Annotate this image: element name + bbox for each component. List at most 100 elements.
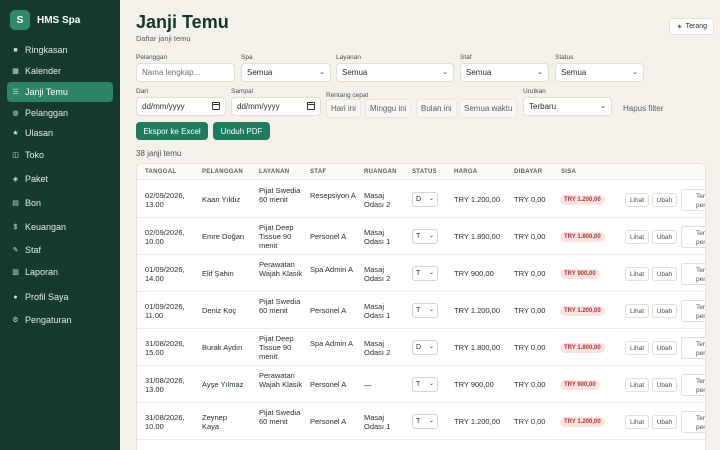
status-select[interactable]: T ⌄ [412,229,438,244]
table-row[interactable]: 31/08/2026, 10.00 Zeynep Kaya Pijat Swed… [137,403,705,440]
receive-payment-button[interactable]: Terima pembayaran [681,226,705,248]
column-header-dibayar: DIBAYAR [514,169,543,175]
sidebar-item-ulasan[interactable]: ★ Ulasan [7,123,113,143]
quick-range-month[interactable]: Bulan ini [416,99,457,118]
receive-payment-button[interactable]: Terima pembayaran [681,189,705,211]
cell-service: Pijat Swedia 60 menit [259,186,301,204]
chart-icon: ▥ [12,268,19,276]
download-pdf-button[interactable]: Unduh PDF [213,122,270,140]
cell-date: 31/08/2026, 10.00 [145,413,185,431]
sidebar-item-keuangan[interactable]: $ Keuangan [7,217,113,237]
status-select[interactable]: T ⌄ [412,414,438,429]
view-button[interactable]: Lihat [625,415,649,429]
cell-customer: Zeynep Kaya [202,413,228,431]
staff-icon: ✎ [12,246,19,254]
list-icon: ☰ [12,88,19,96]
table-row[interactable]: 31/08/2026, 13.00 Ayşe Yılmaz Perawatan … [137,366,705,403]
view-button[interactable]: Lihat [625,341,649,355]
edit-button[interactable]: Ubah [652,230,677,244]
edit-button[interactable]: Ubah [652,415,677,429]
filter-label-urutkan: Urutkan [523,88,546,95]
filter-label-layanan: Layanan [336,54,361,61]
chevron-down-icon: ⌄ [428,270,434,276]
sidebar-item-laporan[interactable]: ▥ Laporan [7,262,113,282]
sidebar-item-staf[interactable]: ✎ Staf [7,240,113,260]
status-select[interactable]: T ⌄ [412,377,438,392]
table-row[interactable]: 31/08/2026, 15.00 Burak Aydın Pijat Deep… [137,329,705,366]
balance-badge: TRY 1.800,00 [560,232,605,242]
edit-button[interactable]: Ubah [652,193,677,207]
receive-payment-button[interactable]: Terima pembayaran [681,337,705,359]
sidebar-item-pelanggan[interactable]: ◍ Pelanggan [7,103,113,123]
sidebar-item-label: Ringkasan [25,45,68,55]
view-button[interactable]: Lihat [625,230,649,244]
theme-toggle-button[interactable]: ☀ Terang [669,18,714,35]
view-button[interactable]: Lihat [625,378,649,392]
table-row[interactable]: 01/09/2026, 11.00 Deniz Koç Pijat Swedia… [137,292,705,329]
sidebar-item-label: Toko [25,150,45,160]
filter-label-dari: Dari [136,88,148,95]
view-button[interactable]: Lihat [625,193,649,207]
status-value: T [416,233,421,240]
edit-button[interactable]: Ubah [652,304,677,318]
edit-button[interactable]: Ubah [652,267,677,281]
filter-label-spa: Spa [241,54,253,61]
receive-payment-button[interactable]: Terima pembayaran [681,411,705,433]
cell-room: Masaj Odası 2 [364,191,391,209]
customer-search-input[interactable]: Nama lengkap... [136,63,235,82]
receive-payment-button[interactable]: Terima pembayaran [681,263,705,285]
date-to-input[interactable]: dd/mm/yyyy [231,97,321,116]
calendar-icon: ▦ [12,67,19,75]
export-excel-button[interactable]: Ekspor ke Excel [136,122,208,140]
sidebar-item-paket[interactable]: ◈ Paket [7,169,113,189]
dashboard-icon: ■ [13,46,18,54]
spa-select[interactable]: Semua ⌄ [241,63,331,82]
view-button[interactable]: Lihat [625,267,649,281]
sidebar-item-kalender[interactable]: ▦ Kalender [7,61,113,81]
cell-customer: Elif Şahin [202,269,234,278]
cell-date: 01/09/2026, 11.00 [145,302,185,320]
clear-filter-button[interactable]: Hapus filter [618,99,669,118]
staff-select[interactable]: Semua ⌄ [460,63,549,82]
filter-label-status: Status [555,54,574,61]
sidebar-item-janji-temu[interactable]: ☰ Janji Temu [7,82,113,102]
cell-paid: TRY 0,00 [514,380,546,389]
sidebar-item-pengaturan[interactable]: ⚙ Pengaturan [7,310,113,330]
sidebar-item-profil-saya[interactable]: ● Profil Saya [7,287,113,307]
cell-staff: Resepsiyon A [310,191,356,200]
status-select[interactable]: D ⌄ [412,192,438,207]
quick-range-week[interactable]: Minggu ini [365,99,412,118]
cell-service: Pijat Swedia 60 menit [259,297,301,315]
edit-button[interactable]: Ubah [652,341,677,355]
receive-payment-button[interactable]: Terima pembayaran [681,300,705,322]
chevron-down-icon: ⌄ [428,196,434,202]
quick-range-all[interactable]: Semua waktu [459,99,518,118]
column-header-harga: HARGA [454,169,478,175]
status-value: T [416,270,421,277]
edit-button[interactable]: Ubah [652,378,677,392]
sort-select[interactable]: Terbaru ⌄ [523,97,612,116]
sidebar-item-label: Laporan [25,267,59,277]
table-row[interactable]: 01/09/2026, 14.00 Elif Şahin Perawatan W… [137,255,705,292]
brand[interactable]: S HMS Spa [0,0,120,30]
sidebar-item-toko[interactable]: ◫ Toko [7,145,113,165]
sidebar-item-ringkasan[interactable]: ■ Ringkasan [7,40,113,60]
status-select[interactable]: T ⌄ [412,303,438,318]
status-select[interactable]: T ⌄ [412,266,438,281]
status-select[interactable]: Semua ⌄ [555,63,644,82]
cell-customer: Deniz Koç [202,306,237,315]
status-select[interactable]: D ⌄ [412,340,438,355]
receive-payment-button[interactable]: Terima pembayaran [681,374,705,396]
table-row[interactable]: 02/09/2026, 13.00 Kaan Yıldız Pijat Swed… [137,181,705,218]
cell-paid: TRY 0,00 [514,343,546,352]
chevron-down-icon: ⌄ [428,344,434,350]
view-button[interactable]: Lihat [625,304,649,318]
date-from-input[interactable]: dd/mm/yyyy [136,97,226,116]
cell-date: 02/09/2026, 10.00 [145,228,185,246]
table-row[interactable]: 02/09/2026, 10.00 Emre Doğan Pijat Deep … [137,218,705,255]
cell-customer: Kaan Yıldız [202,195,241,204]
cell-room: Masaj Odası 1 [364,228,391,246]
service-select[interactable]: Semua ⌄ [336,63,454,82]
quick-range-today[interactable]: Hari ini [326,99,361,118]
sidebar-item-bon[interactable]: ▤ Bon [7,193,113,213]
